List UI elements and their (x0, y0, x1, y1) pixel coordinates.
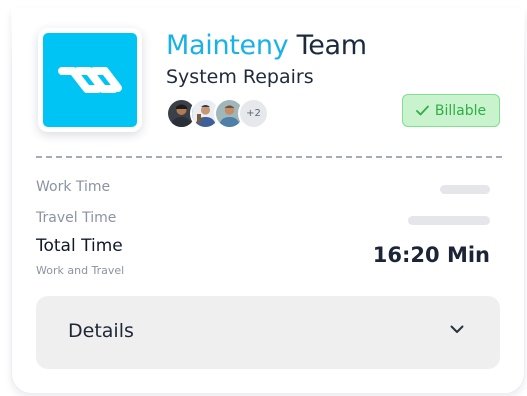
title-rest: Team (288, 30, 367, 61)
total-time-label: Total Time (36, 236, 123, 256)
details-label: Details (68, 320, 134, 342)
team-title: Mainteny Team (166, 30, 367, 61)
details-accordion[interactable]: Details (36, 296, 500, 369)
dashed-divider (36, 156, 502, 158)
total-time-sublabel: Work and Travel (36, 264, 125, 277)
mainteny-logo-icon (58, 67, 122, 93)
work-time-label: Work Time (36, 179, 111, 195)
billable-label: Billable (434, 102, 487, 119)
billable-badge: Billable (402, 94, 500, 127)
team-logo (38, 28, 142, 132)
travel-time-label: Travel Time (36, 210, 117, 226)
check-icon (415, 105, 429, 116)
title-brand: Mainteny (166, 30, 289, 61)
chevron-down-icon[interactable] (450, 325, 464, 334)
work-time-value-placeholder (440, 185, 490, 194)
logo-background (43, 33, 137, 127)
travel-time-value-placeholder (408, 216, 490, 225)
team-subtitle: System Repairs (166, 66, 314, 88)
avatar-overflow-count[interactable]: +2 (238, 98, 269, 129)
total-time-value: 16:20 Min (372, 243, 490, 267)
